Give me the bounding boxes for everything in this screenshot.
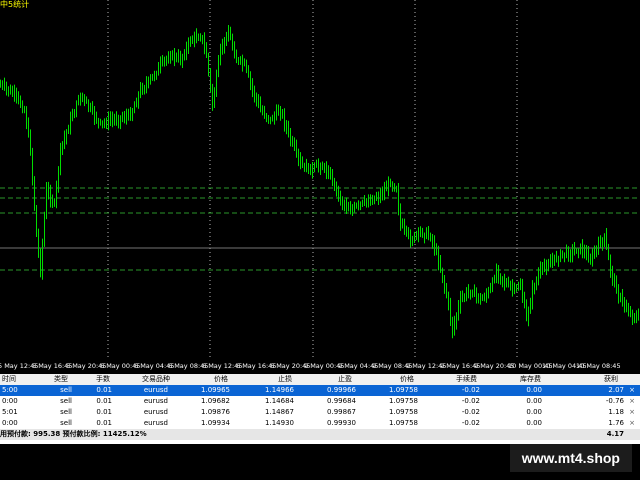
time-axis: 5 May 12:45 5 May 16:45 5 May 20:45 6 May 0… xyxy=(0,360,640,372)
order-profit: -0.76 xyxy=(605,397,624,405)
col-type[interactable]: 类型 xyxy=(54,374,68,385)
order-swap: 0.00 xyxy=(526,419,542,427)
order-time: 0:00 xyxy=(2,419,18,427)
col-profit[interactable]: 获利 xyxy=(604,374,618,385)
order-row[interactable]: 0:00 sell 0.01 eurusd 1.09682 1.14684 0.99684 1… xyxy=(0,396,640,407)
close-order-icon[interactable]: × xyxy=(628,407,636,418)
order-tp: 0.99966 xyxy=(327,386,356,394)
order-tp: 0.99867 xyxy=(327,408,356,416)
close-order-icon[interactable]: × xyxy=(628,385,636,396)
order-swap: 0.00 xyxy=(526,408,542,416)
order-profit: 1.76 xyxy=(608,419,624,427)
site-watermark: www.mt4.shop xyxy=(509,444,632,472)
order-type: sell xyxy=(60,386,72,394)
order-symbol: eurusd xyxy=(143,408,168,416)
candlestick-chart[interactable] xyxy=(0,0,640,360)
order-price: 1.09965 xyxy=(201,386,230,394)
order-lots: 0.01 xyxy=(96,408,112,416)
order-profit: 2.07 xyxy=(608,386,624,394)
price-chart[interactable]: 中5统计 5 May 12:45 5 May 16:45 5 May 20:45 6 … xyxy=(0,0,640,372)
order-time: 5:00 xyxy=(2,386,18,394)
col-swap[interactable]: 库存费 xyxy=(520,374,541,385)
summary-text: 用预付款: 995.38 预付款比例: 11425.12% xyxy=(0,430,147,438)
col-time[interactable]: 时间 xyxy=(2,374,16,385)
order-symbol: eurusd xyxy=(143,419,168,427)
order-lots: 0.01 xyxy=(96,397,112,405)
close-order-icon[interactable]: × xyxy=(628,418,636,429)
order-commission: -0.02 xyxy=(461,408,480,416)
terminal-trade-panel[interactable]: 时间 类型 手数 交易品种 价格 止损 止盈 价格 手续费 库存费 获利 5:0… xyxy=(0,374,640,444)
order-sl: 1.14867 xyxy=(265,408,294,416)
col-symbol[interactable]: 交易品种 xyxy=(142,374,170,385)
order-price: 1.09876 xyxy=(201,408,230,416)
order-cur-price: 1.09758 xyxy=(389,397,418,405)
order-cur-price: 1.09758 xyxy=(389,386,418,394)
order-cur-price: 1.09758 xyxy=(389,408,418,416)
order-lots: 0.01 xyxy=(96,419,112,427)
col-lots[interactable]: 手数 xyxy=(96,374,110,385)
order-symbol: eurusd xyxy=(143,397,168,405)
order-commission: -0.02 xyxy=(461,386,480,394)
order-sl: 1.14966 xyxy=(265,386,294,394)
order-sl: 1.14684 xyxy=(265,397,294,405)
order-type: sell xyxy=(60,408,72,416)
order-time: 0:00 xyxy=(2,397,18,405)
terminal-summary-row: 用预付款: 995.38 预付款比例: 11425.12% 4.17 xyxy=(0,429,640,440)
order-commission: -0.02 xyxy=(461,397,480,405)
order-commission: -0.02 xyxy=(461,419,480,427)
order-tp: 0.99684 xyxy=(327,397,356,405)
order-row[interactable]: 5:00 sell 0.01 eurusd 1.09965 1.14966 0.99966 1… xyxy=(0,385,640,396)
order-profit: 1.18 xyxy=(608,408,624,416)
order-sl: 1.14930 xyxy=(265,419,294,427)
order-type: sell xyxy=(60,397,72,405)
order-row[interactable]: 5:01 sell 0.01 eurusd 1.09876 1.14867 0.99867 1… xyxy=(0,407,640,418)
order-price: 1.09682 xyxy=(201,397,230,405)
order-symbol: eurusd xyxy=(143,386,168,394)
col-sl[interactable]: 止损 xyxy=(278,374,292,385)
order-time: 5:01 xyxy=(2,408,18,416)
indicator-label: 中5统计 xyxy=(0,0,30,9)
order-row[interactable]: 0:00 sell 0.01 eurusd 1.09934 1.14930 0.99930 1… xyxy=(0,418,640,429)
order-cur-price: 1.09758 xyxy=(389,419,418,427)
col-commission[interactable]: 手续费 xyxy=(456,374,477,385)
order-type: sell xyxy=(60,419,72,427)
col-tp[interactable]: 止盈 xyxy=(338,374,352,385)
close-order-icon[interactable]: × xyxy=(628,396,636,407)
summary-total-profit: 4.17 xyxy=(606,430,624,438)
col-price[interactable]: 价格 xyxy=(214,374,228,385)
order-swap: 0.00 xyxy=(526,397,542,405)
order-swap: 0.00 xyxy=(526,386,542,394)
order-tp: 0.99930 xyxy=(327,419,356,427)
col-cur-price[interactable]: 价格 xyxy=(400,374,414,385)
time-axis-tick-label: 10 May 08:45 xyxy=(576,362,621,370)
order-lots: 0.01 xyxy=(96,386,112,394)
order-price: 1.09934 xyxy=(201,419,230,427)
